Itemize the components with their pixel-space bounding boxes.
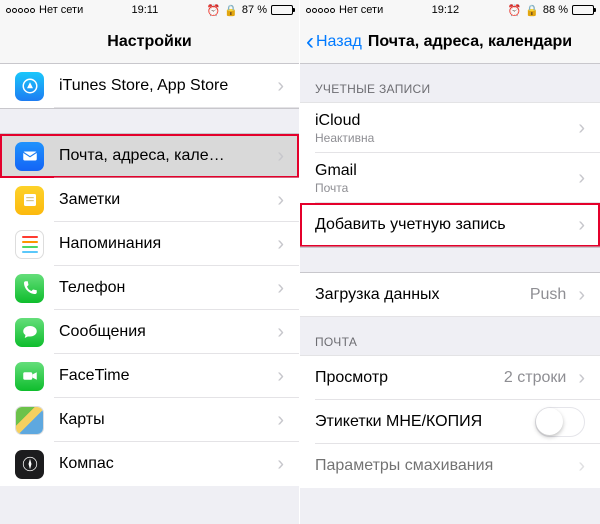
mail-icon	[15, 142, 44, 171]
chevron-right-icon: ›	[277, 321, 284, 344]
row-reminders[interactable]: Напоминания ›	[0, 222, 299, 266]
nav-title: Настройки	[107, 33, 191, 51]
chevron-right-icon: ›	[277, 189, 284, 212]
row-notes[interactable]: Заметки ›	[0, 178, 299, 222]
battery-icon	[572, 5, 594, 15]
chevron-right-icon: ›	[277, 75, 284, 98]
row-account-icloud[interactable]: iCloud Неактивна ›	[300, 103, 600, 153]
row-label: Загрузка данных	[315, 286, 530, 304]
row-phone[interactable]: Телефон ›	[0, 266, 299, 310]
status-bar: Нет сети 19:12 ⏰ 🔒 88 %	[300, 0, 600, 20]
row-maps[interactable]: Карты ›	[0, 398, 299, 442]
signal-dots-icon	[6, 8, 35, 13]
battery-pct-label: 88 %	[543, 4, 568, 16]
row-detail: 2 строки	[504, 369, 566, 387]
carrier-label: Нет сети	[339, 4, 383, 16]
row-mail[interactable]: Почта, адреса, кале… ›	[0, 134, 299, 178]
row-label: iTunes Store, App Store	[59, 77, 273, 95]
chevron-right-icon: ›	[277, 453, 284, 476]
row-messages[interactable]: Сообщения ›	[0, 310, 299, 354]
appstore-icon	[15, 72, 44, 101]
settings-root-pane: Нет сети 19:11 ⏰ 🔒 87 % Настройки iTunes…	[0, 0, 300, 524]
row-label: Параметры смахивания	[315, 457, 574, 475]
status-bar: Нет сети 19:11 ⏰ 🔒 87 %	[0, 0, 299, 20]
chevron-right-icon: ›	[277, 145, 284, 168]
clock-label: 19:11	[132, 4, 159, 16]
phone-icon	[15, 274, 44, 303]
alarm-icon: ⏰	[508, 4, 522, 17]
chevron-right-icon: ›	[578, 455, 585, 478]
row-label: Добавить учетную запись	[315, 216, 574, 234]
clock-label: 19:12	[432, 4, 460, 16]
row-fetch-data[interactable]: Загрузка данных Push ›	[300, 273, 600, 317]
row-label: Этикетки МНЕ/КОПИЯ	[315, 413, 535, 431]
section-header-mail: ПОЧТА	[300, 317, 600, 355]
chevron-right-icon: ›	[277, 233, 284, 256]
chevron-right-icon: ›	[277, 365, 284, 388]
row-appstore[interactable]: iTunes Store, App Store ›	[0, 64, 299, 108]
compass-icon	[15, 450, 44, 479]
row-label: Компас	[59, 455, 273, 473]
alarm-icon: ⏰	[207, 4, 221, 17]
orientation-lock-icon: 🔒	[525, 4, 539, 17]
facetime-icon	[15, 362, 44, 391]
reminders-icon	[15, 230, 44, 259]
row-label: Карты	[59, 411, 273, 429]
row-label: FaceTime	[59, 367, 273, 385]
chevron-right-icon: ›	[578, 117, 585, 140]
row-label: Заметки	[59, 191, 273, 209]
row-label: Почта, адреса, кале…	[59, 147, 273, 165]
row-facetime[interactable]: FaceTime ›	[0, 354, 299, 398]
row-preview[interactable]: Просмотр 2 строки ›	[300, 356, 600, 400]
chevron-right-icon: ›	[578, 367, 585, 390]
battery-icon	[271, 5, 293, 15]
carrier-label: Нет сети	[39, 4, 83, 16]
account-title: Gmail	[315, 162, 574, 180]
notes-icon	[15, 186, 44, 215]
account-subtitle: Почта	[315, 181, 574, 195]
row-swipe-options[interactable]: Параметры смахивания ›	[300, 444, 600, 488]
back-button[interactable]: ‹ Назад	[306, 30, 362, 54]
chevron-right-icon: ›	[277, 409, 284, 432]
row-to-cc-labels[interactable]: Этикетки МНЕ/КОПИЯ	[300, 400, 600, 444]
section-header-accounts: УЧЕТНЫЕ ЗАПИСИ	[300, 64, 600, 102]
account-title: iCloud	[315, 112, 574, 130]
nav-title: Почта, адреса, календари	[368, 33, 572, 51]
row-label: Просмотр	[315, 369, 504, 387]
orientation-lock-icon: 🔒	[224, 4, 238, 17]
maps-icon	[15, 406, 44, 435]
messages-icon	[15, 318, 44, 347]
row-add-account[interactable]: Добавить учетную запись ›	[300, 203, 600, 247]
row-detail: Push	[530, 286, 566, 304]
chevron-right-icon: ›	[578, 167, 585, 190]
row-label: Телефон	[59, 279, 273, 297]
row-compass[interactable]: Компас ›	[0, 442, 299, 486]
signal-dots-icon	[306, 8, 335, 13]
row-label: Сообщения	[59, 323, 273, 341]
row-label: Напоминания	[59, 235, 273, 253]
back-label: Назад	[316, 33, 362, 51]
battery-pct-label: 87 %	[242, 4, 267, 16]
chevron-right-icon: ›	[578, 214, 585, 237]
nav-bar: Настройки	[0, 20, 299, 64]
account-subtitle: Неактивна	[315, 131, 574, 145]
toggle-switch[interactable]	[535, 407, 585, 437]
chevron-right-icon: ›	[277, 277, 284, 300]
nav-bar: ‹ Назад Почта, адреса, календари	[300, 20, 600, 64]
mail-settings-pane: Нет сети 19:12 ⏰ 🔒 88 % ‹ Назад Почта, а…	[300, 0, 600, 524]
chevron-left-icon: ‹	[306, 30, 314, 54]
row-account-gmail[interactable]: Gmail Почта ›	[300, 153, 600, 203]
chevron-right-icon: ›	[578, 284, 585, 307]
